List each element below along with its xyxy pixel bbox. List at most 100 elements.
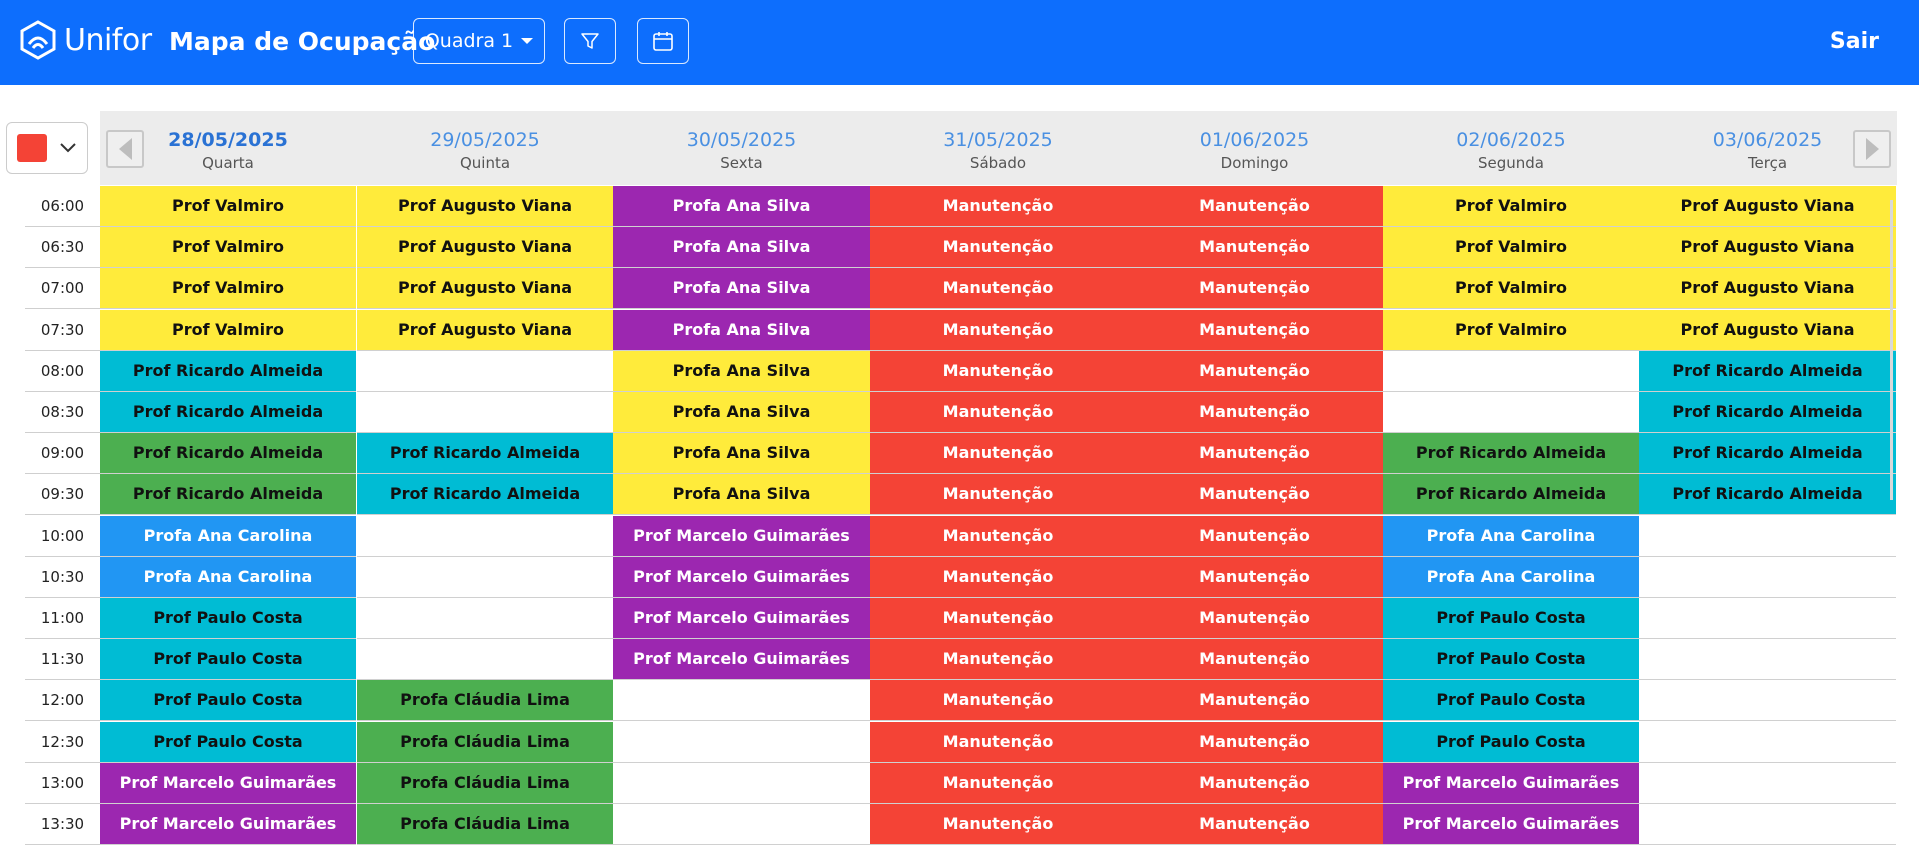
booking-cell[interactable]: Prof Marcelo Guimarães xyxy=(613,556,870,598)
booking-cell[interactable]: Profa Ana Silva xyxy=(613,186,870,227)
booking-cell[interactable]: Prof Ricardo Almeida xyxy=(100,350,356,392)
booking-cell[interactable]: Profa Cláudia Lima xyxy=(357,762,613,804)
logout-button[interactable]: Sair xyxy=(1830,29,1879,54)
booking-cell[interactable]: Prof Paulo Costa xyxy=(100,598,356,639)
booking-cell[interactable]: Manutenção xyxy=(1126,268,1383,310)
booking-cell[interactable]: Manutenção xyxy=(1126,804,1383,845)
booking-cell[interactable]: Manutenção xyxy=(870,721,1126,763)
booking-cell[interactable]: Prof Ricardo Almeida xyxy=(1383,433,1639,475)
booking-cell[interactable]: Manutenção xyxy=(1126,392,1383,433)
day-column-header[interactable]: 03/06/2025 Terça xyxy=(1668,129,1868,172)
booking-cell[interactable]: Manutenção xyxy=(1126,680,1383,722)
booking-cell[interactable]: Manutenção xyxy=(1126,227,1383,269)
booking-cell[interactable]: Manutenção xyxy=(870,556,1126,598)
day-column-header[interactable]: 31/05/2025 Sábado xyxy=(898,129,1098,172)
booking-cell[interactable]: Profa Ana Carolina xyxy=(100,556,356,598)
quadra-dropdown[interactable]: Quadra 1 xyxy=(413,18,545,64)
booking-cell[interactable]: Prof Valmiro xyxy=(100,227,356,269)
booking-cell[interactable]: Manutenção xyxy=(1126,515,1383,557)
booking-cell[interactable]: Profa Cláudia Lima xyxy=(357,804,613,845)
booking-cell[interactable]: Prof Marcelo Guimarães xyxy=(613,639,870,681)
booking-cell[interactable]: Prof Ricardo Almeida xyxy=(100,392,356,433)
booking-cell[interactable]: Prof Paulo Costa xyxy=(1383,721,1639,763)
day-column-header[interactable]: 30/05/2025 Sexta xyxy=(642,129,842,172)
unifor-logo[interactable]: Unifor xyxy=(20,20,152,60)
empty-slot[interactable] xyxy=(1639,762,1896,804)
booking-cell[interactable]: Manutenção xyxy=(870,268,1126,310)
booking-cell[interactable]: Manutenção xyxy=(870,474,1126,516)
booking-cell[interactable]: Profa Ana Silva xyxy=(613,350,870,392)
booking-cell[interactable]: Prof Ricardo Almeida xyxy=(1383,474,1639,516)
booking-cell[interactable]: Manutenção xyxy=(870,680,1126,722)
booking-cell[interactable]: Manutenção xyxy=(870,639,1126,681)
booking-cell[interactable]: Prof Valmiro xyxy=(1383,268,1639,310)
booking-cell[interactable]: Manutenção xyxy=(870,392,1126,433)
booking-cell[interactable]: Prof Marcelo Guimarães xyxy=(613,515,870,557)
booking-cell[interactable]: Prof Valmiro xyxy=(100,309,356,351)
empty-slot[interactable] xyxy=(1639,515,1896,557)
booking-cell[interactable]: Profa Ana Silva xyxy=(613,392,870,433)
booking-cell[interactable]: Manutenção xyxy=(870,227,1126,269)
booking-cell[interactable]: Manutenção xyxy=(870,598,1126,639)
booking-cell[interactable]: Prof Augusto Viana xyxy=(357,309,613,351)
filter-button[interactable] xyxy=(564,18,616,64)
booking-cell[interactable]: Prof Ricardo Almeida xyxy=(357,433,613,475)
empty-slot[interactable] xyxy=(1383,392,1639,433)
next-week-button[interactable] xyxy=(1853,130,1891,168)
booking-cell[interactable]: Prof Valmiro xyxy=(1383,227,1639,269)
booking-cell[interactable]: Prof Ricardo Almeida xyxy=(100,474,356,516)
empty-slot[interactable] xyxy=(1639,598,1896,639)
booking-cell[interactable]: Manutenção xyxy=(1126,433,1383,475)
booking-cell[interactable]: Manutenção xyxy=(1126,556,1383,598)
booking-cell[interactable]: Profa Ana Silva xyxy=(613,474,870,516)
scrollbar[interactable] xyxy=(1890,200,1893,500)
empty-slot[interactable] xyxy=(1639,639,1896,681)
booking-cell[interactable]: Manutenção xyxy=(870,804,1126,845)
booking-cell[interactable]: Profa Cláudia Lima xyxy=(357,721,613,763)
booking-cell[interactable]: Manutenção xyxy=(1126,309,1383,351)
booking-cell[interactable]: Manutenção xyxy=(1126,474,1383,516)
booking-cell[interactable]: Prof Marcelo Guimarães xyxy=(613,598,870,639)
booking-cell[interactable]: Manutenção xyxy=(1126,762,1383,804)
booking-cell[interactable]: Prof Valmiro xyxy=(100,186,356,227)
booking-cell[interactable]: Prof Paulo Costa xyxy=(1383,598,1639,639)
empty-slot[interactable] xyxy=(613,804,870,845)
booking-cell[interactable]: Manutenção xyxy=(1126,721,1383,763)
booking-cell[interactable]: Prof Valmiro xyxy=(100,268,356,310)
empty-slot[interactable] xyxy=(613,680,870,722)
day-column-header[interactable]: 01/06/2025 Domingo xyxy=(1155,129,1355,172)
booking-cell[interactable]: Prof Ricardo Almeida xyxy=(1639,350,1896,392)
booking-cell[interactable]: Manutenção xyxy=(1126,350,1383,392)
booking-cell[interactable]: Profa Ana Silva xyxy=(613,309,870,351)
booking-cell[interactable]: Profa Ana Carolina xyxy=(1383,556,1639,598)
empty-slot[interactable] xyxy=(1639,680,1896,722)
booking-cell[interactable]: Manutenção xyxy=(870,762,1126,804)
booking-cell[interactable]: Prof Ricardo Almeida xyxy=(100,433,356,475)
booking-cell[interactable]: Profa Ana Silva xyxy=(613,268,870,310)
calendar-button[interactable] xyxy=(637,18,689,64)
day-column-header[interactable]: 28/05/2025 Quarta xyxy=(128,129,328,172)
booking-cell[interactable]: Prof Marcelo Guimarães xyxy=(100,804,356,845)
booking-cell[interactable]: Profa Ana Silva xyxy=(613,227,870,269)
booking-cell[interactable]: Profa Ana Silva xyxy=(613,433,870,475)
booking-cell[interactable]: Prof Ricardo Almeida xyxy=(1639,474,1896,516)
booking-cell[interactable]: Prof Marcelo Guimarães xyxy=(100,762,356,804)
booking-cell[interactable]: Manutenção xyxy=(870,350,1126,392)
booking-cell[interactable]: Prof Marcelo Guimarães xyxy=(1383,762,1639,804)
booking-cell[interactable]: Profa Ana Carolina xyxy=(1383,515,1639,557)
booking-cell[interactable]: Prof Augusto Viana xyxy=(357,268,613,310)
booking-cell[interactable]: Prof Augusto Viana xyxy=(1639,186,1896,227)
empty-slot[interactable] xyxy=(357,639,613,681)
empty-slot[interactable] xyxy=(357,392,613,433)
booking-cell[interactable]: Prof Augusto Viana xyxy=(357,227,613,269)
booking-cell[interactable]: Prof Paulo Costa xyxy=(1383,639,1639,681)
booking-cell[interactable]: Manutenção xyxy=(1126,186,1383,227)
booking-cell[interactable]: Manutenção xyxy=(870,309,1126,351)
booking-cell[interactable]: Prof Augusto Viana xyxy=(1639,227,1896,269)
booking-cell[interactable]: Manutenção xyxy=(870,186,1126,227)
booking-cell[interactable]: Prof Paulo Costa xyxy=(100,680,356,722)
booking-cell[interactable]: Manutenção xyxy=(1126,639,1383,681)
booking-cell[interactable]: Manutenção xyxy=(870,515,1126,557)
empty-slot[interactable] xyxy=(1639,804,1896,845)
color-picker[interactable] xyxy=(6,122,88,174)
